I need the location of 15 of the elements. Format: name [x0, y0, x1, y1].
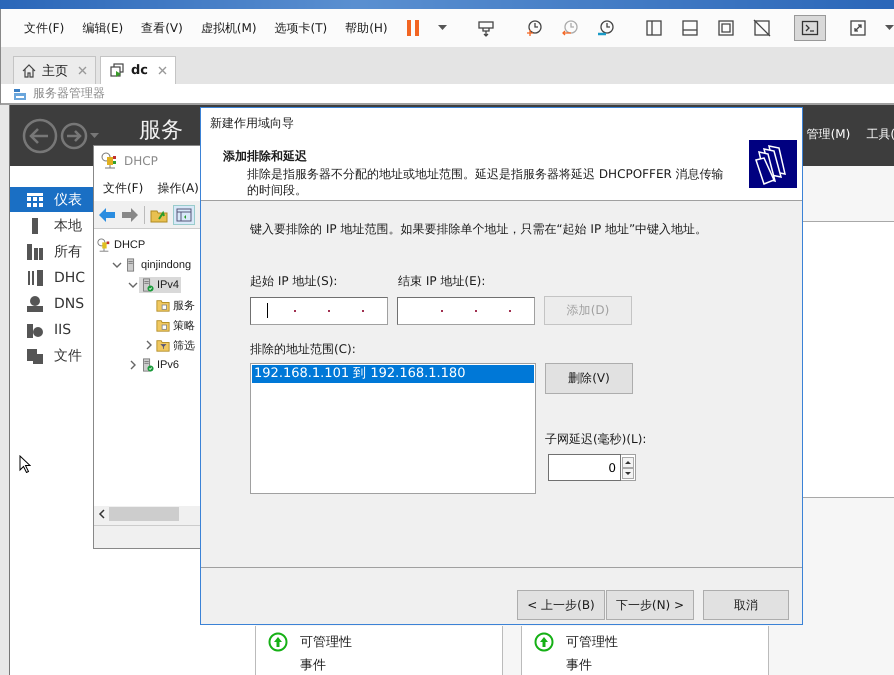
vm-window-title: 服务器管理器 [33, 85, 105, 102]
step-heading: 添加排除和延迟 [223, 148, 308, 165]
status-label: 可管理性 [566, 634, 618, 651]
field-label: 子网延迟(毫秒)(L): [545, 431, 646, 448]
status-label: 可管理性 [300, 634, 352, 651]
list-label: 排除的地址范围(C): [250, 341, 357, 358]
window-title: DHCP [124, 154, 158, 168]
page-title: 服务 [139, 116, 183, 144]
step-description: 排除是指服务器不分配的地址或地址范围。延迟是指服务器将延迟 DHCPOFFER 消息传输的时间段。 [247, 166, 725, 198]
dialog-title: 新建作用域向导 [210, 114, 294, 132]
field-label: 起始 IP 地址(S): [250, 273, 338, 290]
events-label: 事件 [300, 657, 327, 674]
instruction-text: 键入要排除的 IP 地址范围。如果要排除单个地址，只需在“起始 IP 地址”中键入地址。 [250, 221, 708, 238]
field-label: 结束 IP 地址(E): [398, 273, 486, 290]
events-label: 事件 [566, 657, 593, 674]
